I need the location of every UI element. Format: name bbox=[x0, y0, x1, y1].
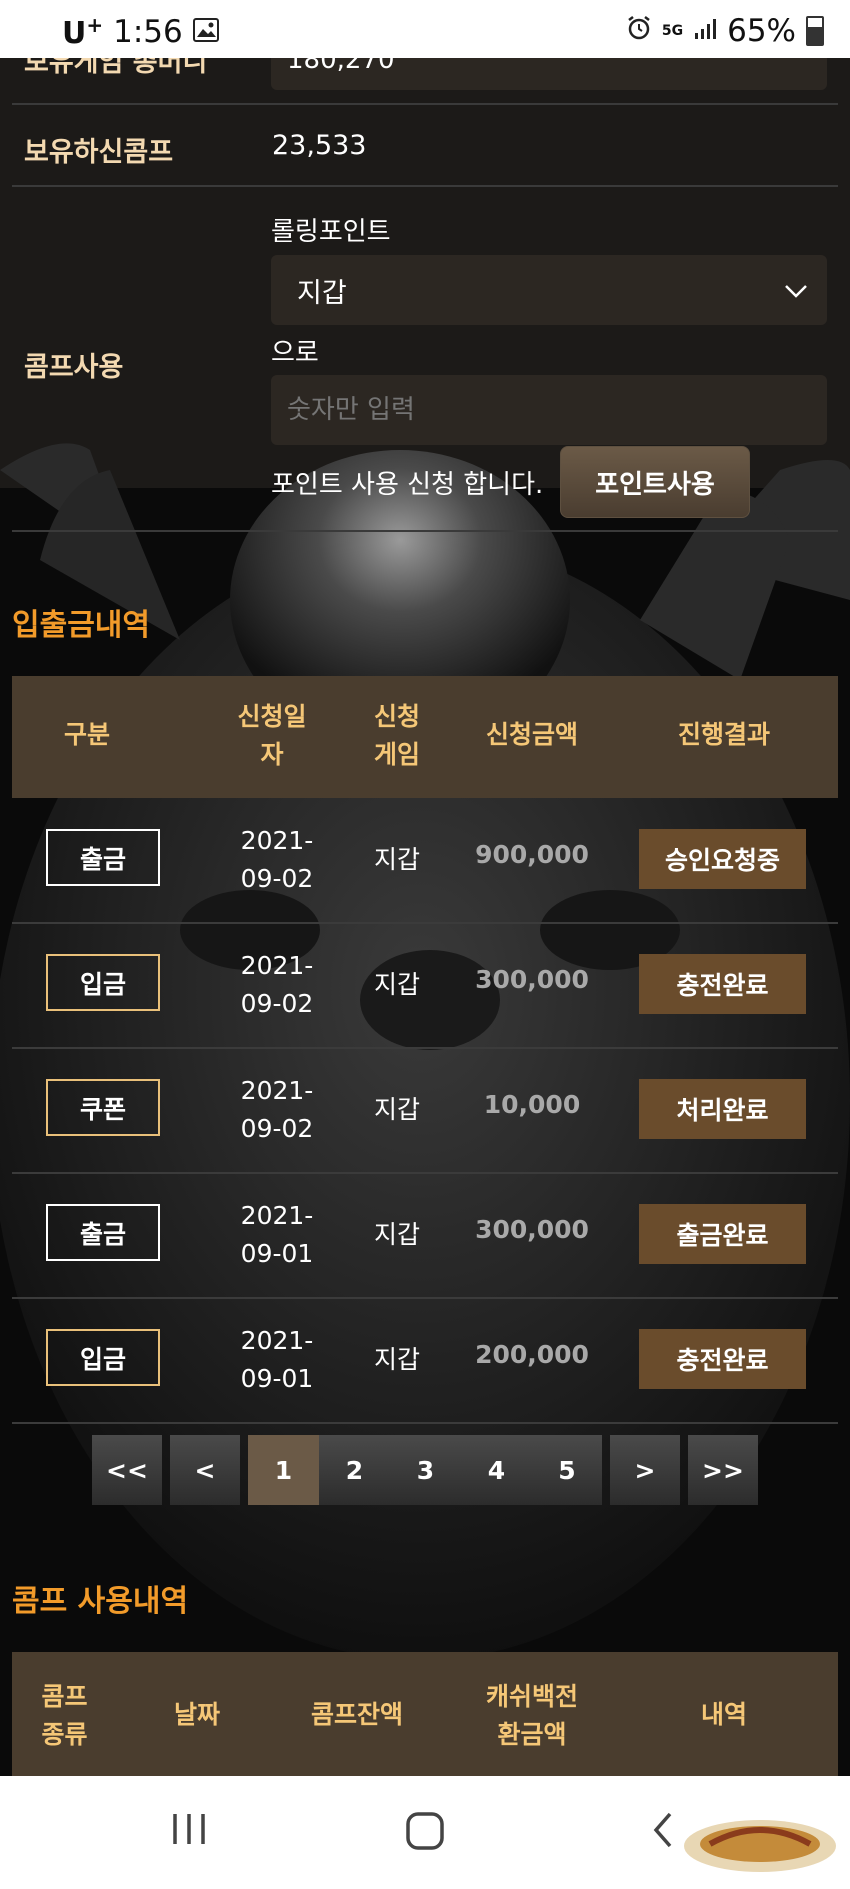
amount-cell: 10,000 bbox=[483, 1090, 581, 1119]
battery-icon bbox=[806, 16, 824, 46]
date-cell: 2021- 09-02 bbox=[240, 826, 314, 893]
signal-icon bbox=[693, 13, 717, 49]
site-logo bbox=[680, 1806, 840, 1880]
date-cell: 2021- 09-01 bbox=[240, 1326, 314, 1393]
history-title: 입출금내역 bbox=[12, 608, 150, 643]
image-icon bbox=[192, 14, 219, 50]
status-bar: U+ 1:56 5G 65% bbox=[0, 0, 850, 58]
point-use-button[interactable]: 포인트사용 bbox=[560, 446, 750, 518]
amount-cell: 300,000 bbox=[475, 965, 589, 994]
wallet-select[interactable]: 지갑 bbox=[271, 255, 827, 325]
type-badge: 쿠폰 bbox=[46, 1079, 160, 1136]
clock: 1:56 bbox=[113, 14, 183, 50]
alarm-icon bbox=[626, 13, 652, 49]
page-2-button[interactable]: 2 bbox=[319, 1435, 390, 1505]
type-badge: 입금 bbox=[46, 1329, 160, 1386]
date-cell: 2021- 09-02 bbox=[240, 1076, 314, 1143]
page-next-button[interactable]: > bbox=[610, 1435, 680, 1505]
comp-row: 보유하신콤프 23,533 bbox=[12, 103, 838, 187]
table-row: 입금 2021- 09-02 지갑 300,000 충전완료 bbox=[12, 923, 838, 1049]
type-badge: 출금 bbox=[46, 1204, 160, 1261]
game-cell: 지갑 bbox=[373, 1345, 420, 1374]
amount-cell: 300,000 bbox=[475, 1215, 589, 1244]
chevron-down-icon bbox=[783, 277, 809, 308]
status-badge: 처리완료 bbox=[639, 1079, 806, 1139]
game-cell: 지갑 bbox=[373, 970, 420, 999]
th-result: 진행결과 bbox=[677, 720, 770, 749]
comp-history-title: 콤프 사용내역 bbox=[12, 1584, 189, 1619]
home-icon[interactable] bbox=[404, 1810, 446, 1856]
th-comp-balance: 콤프잔액 bbox=[310, 1700, 403, 1729]
history-table-header: 구분 신청일 자 신청 게임 신청금액 진행결과 bbox=[12, 676, 838, 798]
game-cell: 지갑 bbox=[373, 845, 420, 874]
pagination: << < 1 2 3 4 5 > >> bbox=[0, 1435, 850, 1505]
table-row: 쿠폰 2021- 09-02 지갑 10,000 처리완료 bbox=[12, 1048, 838, 1174]
game-cell: 지갑 bbox=[373, 1095, 420, 1124]
table-row: 입금 2021- 09-01 지갑 200,000 충전완료 bbox=[12, 1298, 838, 1424]
recent-apps-icon[interactable] bbox=[170, 1810, 208, 1852]
th-type: 구분 bbox=[63, 720, 110, 749]
apply-text: 포인트 사용 신청 합니다. bbox=[271, 470, 544, 500]
date-cell: 2021- 09-01 bbox=[240, 1201, 314, 1268]
th-cashback: 캐쉬백전 환금액 bbox=[485, 1682, 578, 1749]
comp-use-label: 콤프사용 bbox=[24, 352, 124, 383]
th-comp-date: 날짜 bbox=[173, 1700, 220, 1729]
type-badge: 출금 bbox=[46, 829, 160, 886]
table-row: 출금 2021- 09-02 지갑 900,000 승인요청중 bbox=[12, 798, 838, 924]
game-cell: 지갑 bbox=[373, 1220, 420, 1249]
status-badge: 승인요청중 bbox=[639, 829, 806, 889]
page-1-button[interactable]: 1 bbox=[248, 1435, 319, 1505]
comp-label: 보유하신콤프 bbox=[24, 137, 174, 168]
network-type: 5G bbox=[661, 23, 684, 39]
th-amount: 신청금액 bbox=[485, 720, 578, 749]
status-badge: 출금완료 bbox=[639, 1204, 806, 1264]
nav-bar bbox=[0, 1776, 850, 1889]
status-badge: 충전완료 bbox=[639, 1329, 806, 1389]
th-comp-kind: 콤프 종류 bbox=[41, 1682, 88, 1749]
back-icon[interactable] bbox=[648, 1810, 678, 1854]
th-game: 신청 게임 bbox=[373, 702, 420, 769]
page-3-button[interactable]: 3 bbox=[390, 1435, 461, 1505]
date-cell: 2021- 09-02 bbox=[240, 951, 314, 1018]
carrier-label: U+ bbox=[62, 13, 104, 51]
comp-value: 23,533 bbox=[272, 130, 367, 161]
amount-cell: 200,000 bbox=[475, 1340, 589, 1369]
page-prev-button[interactable]: < bbox=[170, 1435, 240, 1505]
page-last-button[interactable]: >> bbox=[688, 1435, 758, 1505]
page-5-button[interactable]: 5 bbox=[532, 1435, 602, 1505]
main-content: 보유게임 총머니 180,270 보유하신콤프 23,533 콤프사용 롤링포인… bbox=[0, 0, 850, 1776]
rolling-point-label: 롤링포인트 bbox=[271, 217, 391, 247]
wallet-select-value: 지갑 bbox=[297, 277, 347, 309]
page-4-button[interactable]: 4 bbox=[461, 1435, 532, 1505]
amount-input[interactable] bbox=[271, 375, 827, 445]
comp-table-header: 콤프 종류 날짜 콤프잔액 캐쉬백전 환금액 내역 bbox=[12, 1652, 838, 1776]
page-first-button[interactable]: << bbox=[92, 1435, 162, 1505]
status-badge: 충전완료 bbox=[639, 954, 806, 1014]
th-date: 신청일 자 bbox=[237, 702, 307, 769]
battery-percent: 65% bbox=[727, 13, 796, 49]
type-badge: 입금 bbox=[46, 954, 160, 1011]
to-label: 으로 bbox=[271, 338, 319, 368]
amount-cell: 900,000 bbox=[475, 840, 589, 869]
table-row: 출금 2021- 09-01 지갑 300,000 출금완료 bbox=[12, 1173, 838, 1299]
th-detail: 내역 bbox=[700, 1700, 747, 1729]
